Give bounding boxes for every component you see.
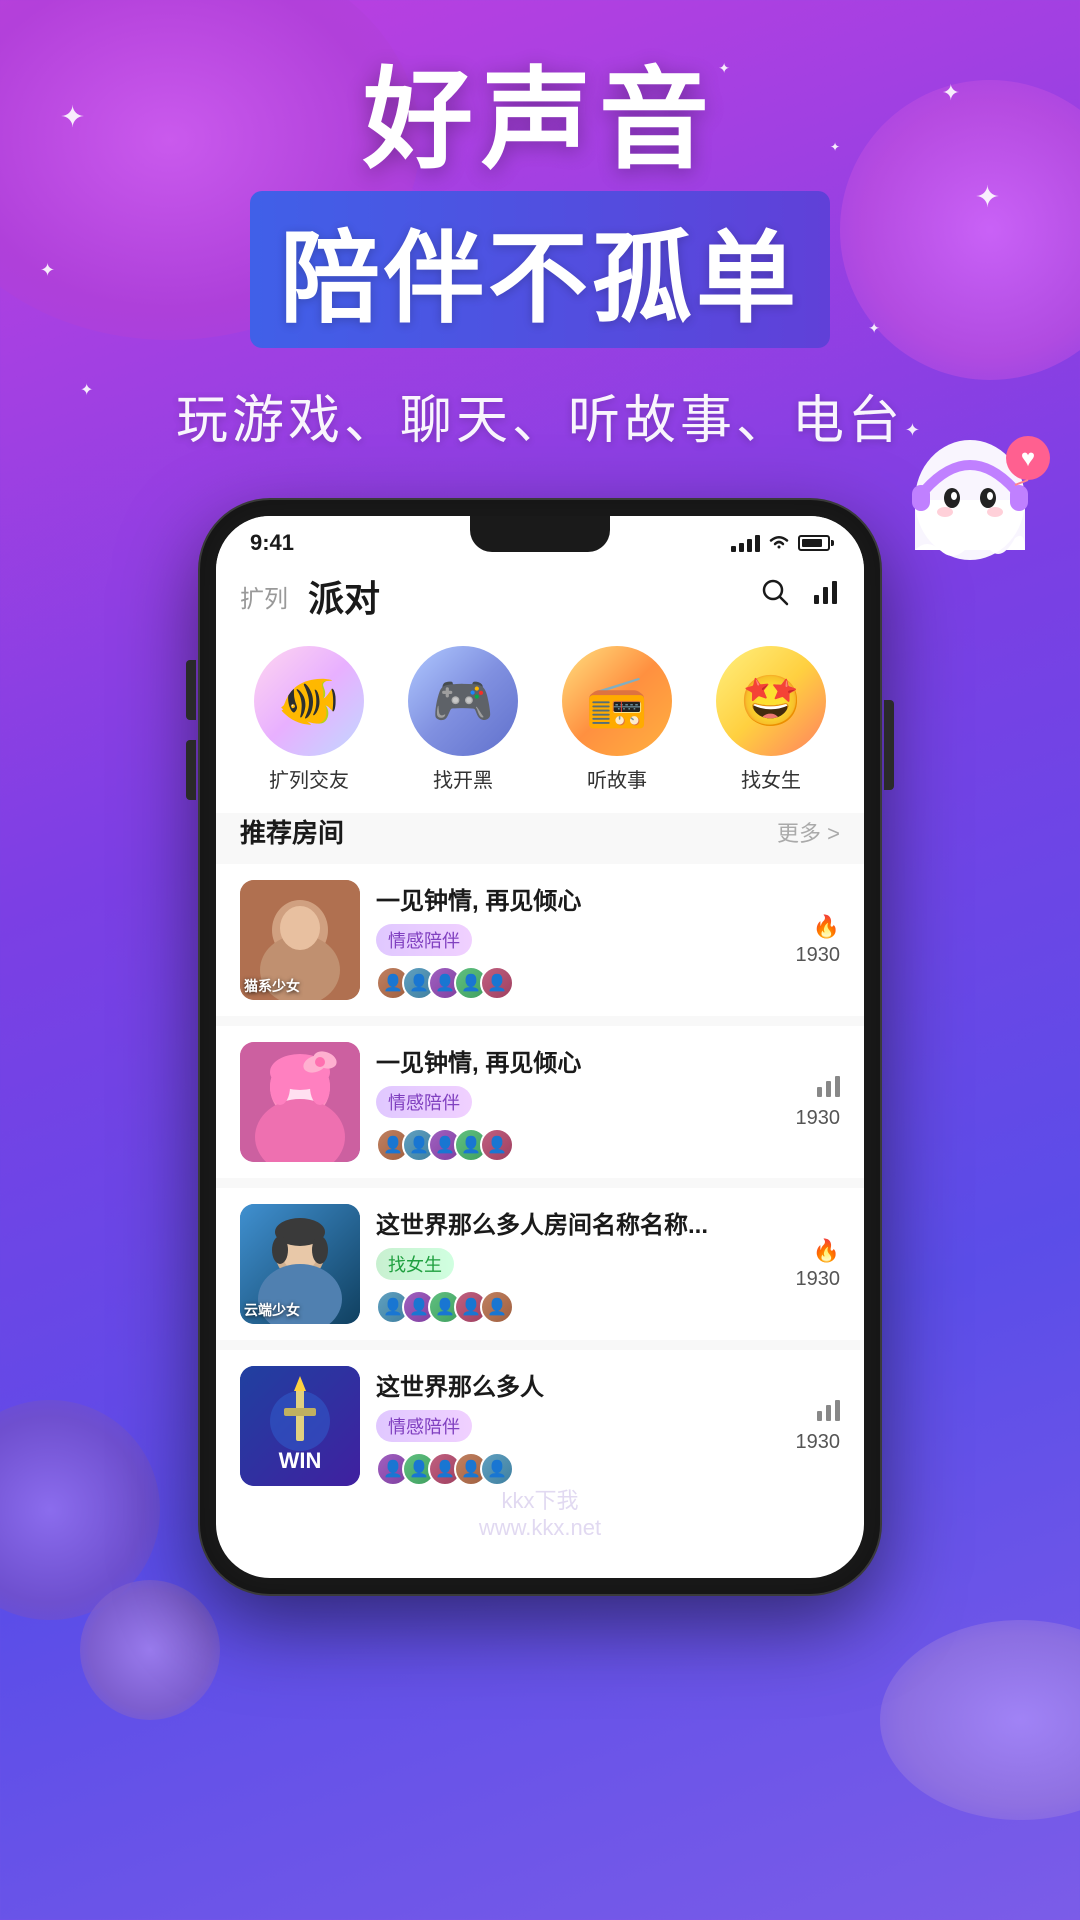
battery-icon <box>798 535 830 551</box>
nav-icons-group <box>760 577 840 615</box>
room-thumb-inner-2 <box>240 1042 360 1162</box>
category-circle-girl: 🤩 <box>716 646 826 756</box>
room-thumbnail-3: 云端少女 <box>240 1204 360 1324</box>
mascot-character: ♥ <box>890 420 1050 580</box>
room-thumb-label-3: 云端少女 <box>244 1300 356 1320</box>
room-heat-2: 1930 <box>796 1075 841 1130</box>
category-item-game[interactable]: 🎮 找开黑 <box>386 646 540 793</box>
heat-count-1: 1930 <box>796 944 841 967</box>
room-avatars-3: 👤 👤 👤 👤 👤 <box>376 1290 780 1324</box>
room-thumbnail-4: WIN <box>240 1366 360 1486</box>
room-item-1[interactable]: 猫系少女 一见钟情, 再见倾心 情感陪伴 👤 👤 👤 👤 👤 <box>216 864 864 1016</box>
status-time: 9:41 <box>250 530 294 556</box>
heat-count-4: 1930 <box>796 1431 841 1454</box>
svg-text:♥: ♥ <box>1021 445 1035 472</box>
bar-icon-4 <box>816 1399 840 1427</box>
room-info-3: 这世界那么多人房间名称名称... 找女生 👤 👤 👤 👤 👤 <box>376 1205 780 1324</box>
category-label-story: 听故事 <box>587 764 647 793</box>
room-thumb-inner-4: WIN <box>240 1366 360 1486</box>
room-thumbnail-1: 猫系少女 <box>240 880 360 1000</box>
room-item-2[interactable]: 一见钟情, 再见倾心 情感陪伴 👤 👤 👤 👤 👤 <box>216 1026 864 1178</box>
stats-icon[interactable] <box>810 577 840 615</box>
phone-outer-frame: 9:41 扩列 <box>200 500 880 1594</box>
room-tag-1: 情感陪伴 <box>376 924 472 956</box>
category-circle-story: 📻 <box>562 646 672 756</box>
room-info-1: 一见钟情, 再见倾心 情感陪伴 👤 👤 👤 👤 👤 <box>376 881 780 1000</box>
bg-blob-bottom-right <box>880 1620 1080 1820</box>
signal-bar-2 <box>739 543 744 552</box>
bar-icon-2 <box>816 1075 840 1103</box>
room-heat-1: 🔥 1930 <box>796 914 841 967</box>
hero-title-line2: 陪伴不孤单 <box>280 197 800 342</box>
recommend-header: 推荐房间 更多 > <box>216 813 864 864</box>
room-heat-3: 🔥 1930 <box>796 1238 841 1291</box>
heat-count-3: 1930 <box>796 1268 841 1291</box>
category-item-story[interactable]: 📻 听故事 <box>540 646 694 793</box>
signal-bar-1 <box>731 546 736 552</box>
signal-bar-4 <box>755 535 760 552</box>
room-tag-3: 找女生 <box>376 1248 454 1280</box>
nav-title: 派对 <box>308 570 380 622</box>
search-icon[interactable] <box>760 577 790 615</box>
phone-notch <box>470 516 610 552</box>
category-item-expand[interactable]: 🐠 扩列交友 <box>232 646 386 793</box>
signal-icon <box>731 535 760 552</box>
bg-blob-bottom-left2 <box>80 1580 220 1720</box>
fire-icon-1: 🔥 <box>813 914 840 940</box>
room-avatars-2: 👤 👤 👤 👤 👤 <box>376 1128 780 1162</box>
avatar-3-5: 👤 <box>480 1290 514 1324</box>
avatar-4-5: 👤 <box>480 1452 514 1486</box>
svg-text:WIN: WIN <box>279 1448 322 1473</box>
room-thumbnail-2 <box>240 1042 360 1162</box>
room-heat-4: 1930 <box>796 1399 841 1454</box>
room-list: 猫系少女 一见钟情, 再见倾心 情感陪伴 👤 👤 👤 👤 👤 <box>216 864 864 1502</box>
room-name-4: 这世界那么多人 <box>376 1367 780 1402</box>
wifi-icon <box>768 533 790 554</box>
room-avatars-4: 👤 👤 👤 👤 👤 <box>376 1452 780 1486</box>
hero-section: 好声音 陪伴不孤单 玩游戏、聊天、听故事、电台 <box>0 60 1080 453</box>
room-item-4[interactable]: WIN 这世界那么多人 情感陪伴 👤 👤 👤 👤 👤 <box>216 1350 864 1502</box>
category-circle-expand: 🐠 <box>254 646 364 756</box>
room-tag-4: 情感陪伴 <box>376 1410 472 1442</box>
category-item-girl[interactable]: 🤩 找女生 <box>694 646 848 793</box>
avatar-2-5: 👤 <box>480 1128 514 1162</box>
heat-count-2: 1930 <box>796 1107 841 1130</box>
category-circle-game: 🎮 <box>408 646 518 756</box>
room-thumb-label-1: 猫系少女 <box>244 976 356 996</box>
battery-fill <box>802 539 822 547</box>
category-label-game: 找开黑 <box>433 764 493 793</box>
hero-title-line1: 好声音 <box>0 60 1080 181</box>
app-navigation[interactable]: 扩列 派对 <box>216 560 864 636</box>
more-button[interactable]: 更多 > <box>777 816 840 848</box>
recommend-title: 推荐房间 <box>240 813 344 850</box>
phone-device: 9:41 扩列 <box>200 500 880 1594</box>
room-name-3: 这世界那么多人房间名称名称... <box>376 1205 780 1240</box>
room-tag-2: 情感陪伴 <box>376 1086 472 1118</box>
room-name-1: 一见钟情, 再见倾心 <box>376 881 780 916</box>
categories-section: 🐠 扩列交友 🎮 找开黑 📻 听故事 🤩 找女生 <box>216 636 864 813</box>
expand-label[interactable]: 扩列 <box>240 579 288 614</box>
room-avatars-1: 👤 👤 👤 👤 👤 <box>376 966 780 1000</box>
room-info-2: 一见钟情, 再见倾心 情感陪伴 👤 👤 👤 👤 👤 <box>376 1043 780 1162</box>
status-icons <box>731 533 830 554</box>
avatar-1-5: 👤 <box>480 966 514 1000</box>
hero-subtitle-banner: 陪伴不孤单 <box>250 191 830 348</box>
room-info-4: 这世界那么多人 情感陪伴 👤 👤 👤 👤 👤 <box>376 1367 780 1486</box>
signal-bar-3 <box>747 539 752 552</box>
room-name-2: 一见钟情, 再见倾心 <box>376 1043 780 1078</box>
room-item-3[interactable]: 云端少女 这世界那么多人房间名称名称... 找女生 👤 👤 👤 👤 👤 <box>216 1188 864 1340</box>
category-label-expand: 扩列交友 <box>269 764 349 793</box>
fire-icon-3: 🔥 <box>813 1238 840 1264</box>
phone-screen: 9:41 扩列 <box>216 516 864 1578</box>
category-label-girl: 找女生 <box>741 764 801 793</box>
watermark-line2: www.kkx.net <box>216 1515 864 1541</box>
